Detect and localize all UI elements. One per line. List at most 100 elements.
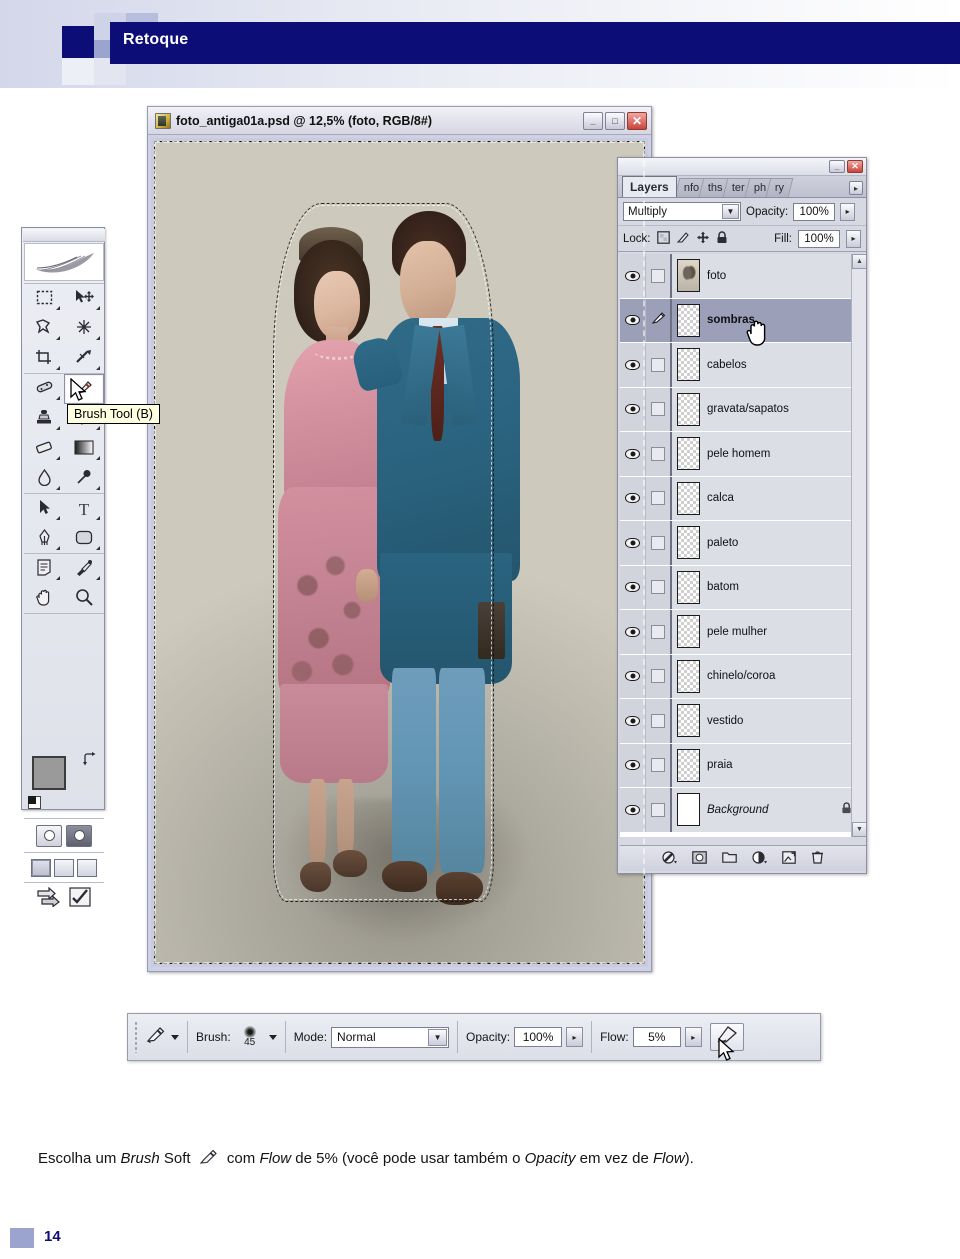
opacity-input[interactable]: 100% xyxy=(793,202,836,221)
layer-link-toggle[interactable] xyxy=(646,788,672,832)
layer-style-icon[interactable] xyxy=(662,850,677,867)
tool-preset-caret-icon[interactable] xyxy=(171,1034,179,1040)
pen-tool[interactable] xyxy=(24,524,64,554)
layer-thumbnail[interactable] xyxy=(677,748,700,782)
layer-visibility-toggle[interactable] xyxy=(620,343,646,387)
standard-mask-mode-button[interactable] xyxy=(36,824,62,847)
edit-in-imageready-icon[interactable] xyxy=(69,887,91,912)
lock-all-icon[interactable] xyxy=(716,230,728,247)
adjustment-layer-icon[interactable] xyxy=(752,850,767,867)
layer-thumbnail[interactable] xyxy=(677,793,700,827)
move-tool[interactable] xyxy=(64,284,104,314)
clone-stamp-tool[interactable] xyxy=(24,404,64,434)
layers-scrollbar[interactable]: ▲ ▼ xyxy=(851,254,866,837)
zoom-tool[interactable] xyxy=(64,584,104,614)
layer-row[interactable]: gravata/sapatos xyxy=(620,387,866,432)
full-screen-menubar-mode-button[interactable] xyxy=(54,858,74,877)
layer-link-toggle[interactable] xyxy=(646,432,672,476)
document-canvas[interactable] xyxy=(151,138,648,967)
scroll-up-button[interactable]: ▲ xyxy=(852,254,866,269)
layer-visibility-toggle[interactable] xyxy=(620,298,646,342)
minimize-button[interactable]: _ xyxy=(583,111,603,130)
layer-row[interactable]: batom xyxy=(620,565,866,610)
layer-mask-icon[interactable] xyxy=(692,850,707,867)
panel-minimize-button[interactable]: _ xyxy=(829,160,845,173)
type-tool[interactable]: T xyxy=(64,494,104,524)
tool-preset-picker[interactable] xyxy=(145,1025,179,1049)
layer-visibility-toggle[interactable] xyxy=(620,699,646,743)
lock-transparency-icon[interactable] xyxy=(656,230,670,247)
layer-thumbnail[interactable] xyxy=(677,526,700,560)
layer-row[interactable]: sombras xyxy=(620,298,866,343)
scroll-down-button[interactable]: ▼ xyxy=(852,822,866,837)
dodge-tool[interactable] xyxy=(64,464,104,494)
layer-row[interactable]: praia xyxy=(620,743,866,788)
layer-link-toggle[interactable] xyxy=(646,743,672,787)
layer-thumbnail[interactable] xyxy=(677,481,700,515)
tab-layers[interactable]: Layers xyxy=(622,176,677,197)
fill-input[interactable]: 100% xyxy=(798,229,840,248)
layer-visibility-toggle[interactable] xyxy=(620,432,646,476)
options-bar-grip[interactable] xyxy=(134,1021,139,1053)
mode-select[interactable]: Normal ▼ xyxy=(331,1026,450,1048)
layer-row[interactable]: paleto xyxy=(620,521,866,566)
eraser-tool[interactable] xyxy=(24,434,64,464)
crop-tool[interactable] xyxy=(24,344,64,374)
slice-tool[interactable] xyxy=(64,344,104,374)
layers-panel-titlebar[interactable]: _ ✕ xyxy=(618,158,866,176)
magic-wand-tool[interactable] xyxy=(64,314,104,344)
panel-menu-button[interactable]: ▸ xyxy=(849,181,863,195)
jump-to-imageready-icon[interactable] xyxy=(37,886,63,912)
layer-row[interactable]: pele mulher xyxy=(620,610,866,655)
full-screen-mode-button[interactable] xyxy=(77,858,97,877)
flow-input[interactable]: 5% xyxy=(632,1027,681,1047)
marquee-tool[interactable] xyxy=(24,284,64,314)
layer-row[interactable]: Background xyxy=(620,788,866,833)
foreground-color-swatch[interactable] xyxy=(32,756,66,790)
lock-image-icon[interactable] xyxy=(676,231,690,247)
gradient-tool[interactable] xyxy=(64,434,104,464)
chevron-down-icon[interactable]: ▼ xyxy=(722,204,739,219)
fill-slider-button[interactable]: ▸ xyxy=(846,229,861,248)
layer-visibility-toggle[interactable] xyxy=(620,654,646,698)
layer-link-toggle[interactable] xyxy=(646,610,672,654)
standard-screen-mode-button[interactable] xyxy=(31,858,51,877)
tab-history[interactable]: ry xyxy=(765,178,794,197)
toolbox-grip[interactable] xyxy=(23,229,105,242)
layer-thumbnail[interactable] xyxy=(677,348,700,382)
layer-visibility-toggle[interactable] xyxy=(620,387,646,431)
layer-visibility-toggle[interactable] xyxy=(620,521,646,565)
healing-brush-tool[interactable] xyxy=(24,374,64,404)
flow-slider-button[interactable]: ▸ xyxy=(684,1027,702,1047)
layer-row[interactable]: cabelos xyxy=(620,343,866,388)
opacity-input[interactable]: 100% xyxy=(514,1027,563,1047)
photo-image[interactable] xyxy=(154,141,645,964)
layer-link-toggle[interactable] xyxy=(646,387,672,431)
panel-close-button[interactable]: ✕ xyxy=(847,160,863,173)
path-selection-tool[interactable] xyxy=(24,494,64,524)
layer-link-toggle[interactable] xyxy=(646,343,672,387)
notes-tool[interactable] xyxy=(24,554,64,584)
new-group-icon[interactable] xyxy=(722,851,737,866)
blend-mode-select[interactable]: Multiply ▼ xyxy=(623,202,741,221)
chevron-down-icon[interactable]: ▼ xyxy=(428,1028,448,1046)
lasso-tool[interactable] xyxy=(24,314,64,344)
layer-link-toggle[interactable] xyxy=(646,476,672,520)
brush-picker[interactable]: Brush: 45 xyxy=(196,1026,277,1048)
document-titlebar[interactable]: foto_antiga01a.psd @ 12,5% (foto, RGB/8#… xyxy=(148,107,651,135)
layer-visibility-toggle[interactable] xyxy=(620,743,646,787)
layer-link-toggle[interactable] xyxy=(646,565,672,609)
opacity-slider-button[interactable]: ▸ xyxy=(566,1027,584,1047)
eyedropper-tool[interactable] xyxy=(64,554,104,584)
shape-tool[interactable] xyxy=(64,524,104,554)
layer-row[interactable]: vestido xyxy=(620,699,866,744)
layer-link-toggle[interactable] xyxy=(646,521,672,565)
layer-thumbnail[interactable] xyxy=(677,303,700,337)
layer-visibility-toggle[interactable] xyxy=(620,565,646,609)
layer-visibility-toggle[interactable] xyxy=(620,476,646,520)
brush-preview[interactable]: 45 xyxy=(235,1026,265,1048)
layer-visibility-toggle[interactable] xyxy=(620,610,646,654)
layers-list[interactable]: foto sombras cabelos gravata/sapatos pele ho… xyxy=(620,254,866,837)
brush-picker-caret-icon[interactable] xyxy=(268,1034,277,1040)
layer-visibility-toggle[interactable] xyxy=(620,788,646,832)
